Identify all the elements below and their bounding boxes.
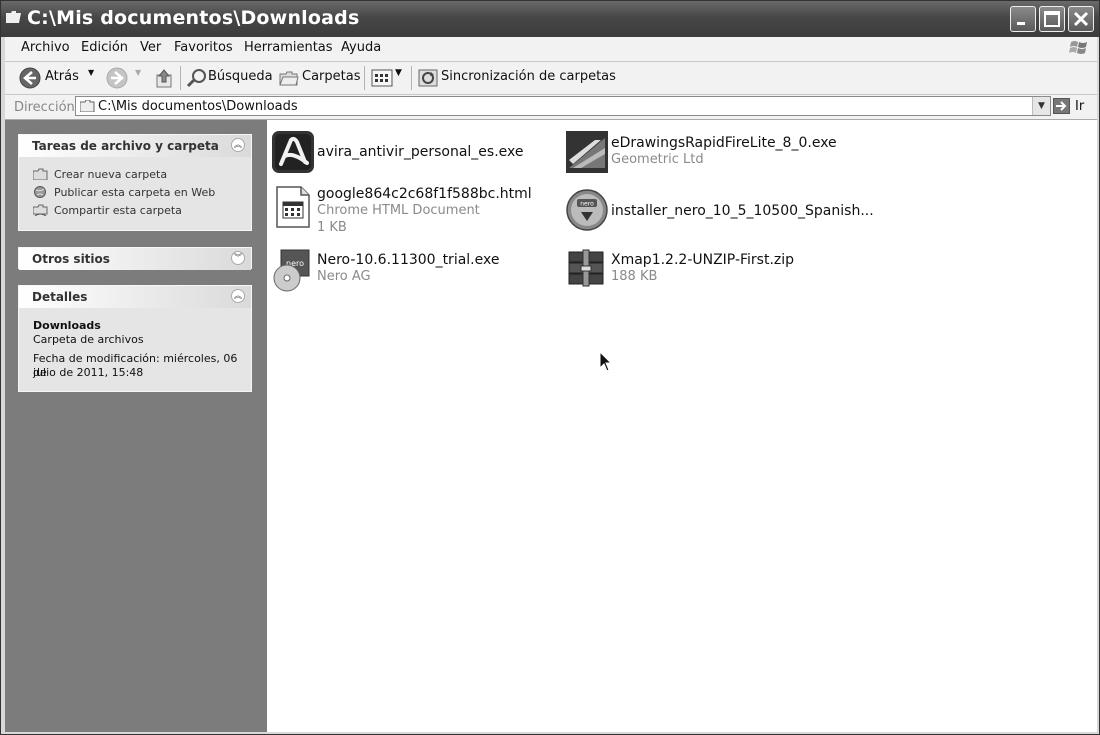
file-name: installer_nero_10_5_10500_Spanish... [611, 203, 874, 219]
file-name: eDrawingsRapidFireLite_8_0.exe [611, 135, 837, 151]
task-label: Publicar esta carpeta en Web [54, 186, 216, 199]
file-item[interactable]: google864c2c68f1f588bc.html Chrome HTML … [271, 184, 551, 244]
go-arrow-icon [1053, 98, 1070, 114]
globe-icon [34, 186, 46, 198]
title-bar[interactable]: C:\Mis documentos\Downloads [1, 1, 1099, 37]
menu-herramientas[interactable]: Herramientas [244, 40, 333, 55]
details-header[interactable]: Detalles ︽ [19, 286, 251, 308]
file-name: Nero-10.6.11300_trial.exe [317, 252, 500, 268]
file-size: 1 KB [317, 220, 347, 235]
file-type: Chrome HTML Document [317, 203, 480, 218]
views-dropdown-icon[interactable]: ▼ [395, 68, 402, 78]
address-bar: Dirección C:\Mis documentos\Downloads ▼ … [5, 95, 1097, 120]
forward-dropdown-icon[interactable]: ▼ [135, 68, 141, 77]
folders-button[interactable]: Carpetas [302, 69, 360, 84]
avira-icon [272, 131, 314, 173]
search-icon[interactable] [186, 68, 208, 88]
address-value: C:\Mis documentos\Downloads [98, 99, 298, 114]
address-label: Dirección [14, 100, 75, 115]
panel-title: Detalles [32, 290, 88, 304]
menu-edicion[interactable]: Edición [81, 40, 128, 55]
task-pane: Tareas de archivo y carpeta ︽ Crear nuev… [5, 120, 267, 732]
new-folder-icon [33, 168, 48, 180]
file-size: 188 KB [611, 269, 658, 284]
collapse-chevron-icon[interactable]: ︽ [231, 289, 245, 303]
details-modified-line2: julio de 2011, 15:48 [33, 366, 144, 379]
panel-title: Otros sitios [32, 252, 110, 266]
file-item[interactable]: eDrawingsRapidFireLite_8_0.exe Geometric… [565, 130, 855, 182]
maximize-button[interactable] [1039, 6, 1065, 32]
views-icon[interactable] [371, 68, 393, 88]
file-name: google864c2c68f1f588bc.html [317, 186, 532, 202]
folders-icon[interactable] [278, 68, 300, 88]
go-button[interactable]: Ir [1051, 97, 1095, 117]
up-folder-icon[interactable] [154, 67, 174, 89]
file-name: avira_antivir_personal_es.exe [317, 144, 524, 160]
back-button[interactable]: Atrás [45, 69, 79, 84]
file-item[interactable]: avira_antivir_personal_es.exe [271, 130, 551, 182]
windows-logo-icon [1069, 41, 1087, 54]
menu-favoritos[interactable]: Favoritos [174, 40, 233, 55]
menu-ver[interactable]: Ver [140, 40, 161, 55]
menu-archivo[interactable]: Archivo [21, 40, 70, 55]
toolbar-separator [364, 66, 365, 90]
details-type: Carpeta de archivos [33, 333, 144, 346]
address-input[interactable]: C:\Mis documentos\Downloads ▼ [75, 96, 1051, 116]
nero-disc-icon: nero [273, 249, 310, 292]
details-panel: Detalles ︽ Downloads Carpeta de archivos… [18, 285, 252, 392]
expand-chevron-icon[interactable]: ︾ [231, 251, 245, 265]
file-list-area[interactable]: avira_antivir_personal_es.exe eDrawingsR… [267, 120, 1097, 732]
back-arrow-icon[interactable] [19, 67, 41, 89]
go-label: Ir [1075, 99, 1085, 114]
address-dropdown-icon[interactable]: ▼ [1032, 97, 1050, 115]
task-publish-web[interactable]: Publicar esta carpeta en Web [33, 186, 215, 199]
menu-bar: Archivo Edición Ver Favoritos Herramient… [5, 37, 1097, 62]
folder-icon [6, 11, 21, 23]
zip-archive-icon [568, 249, 604, 287]
minimize-button[interactable] [1010, 6, 1036, 32]
svg-text:nero: nero [580, 201, 594, 208]
other-places-header[interactable]: Otros sitios ︾ [19, 248, 251, 270]
edrawings-icon [566, 131, 608, 173]
other-places-panel: Otros sitios ︾ [18, 247, 252, 270]
collapse-chevron-icon[interactable]: ︽ [231, 138, 245, 152]
explorer-window: C:\Mis documentos\Downloads Archivo Edic… [0, 0, 1100, 735]
file-name: Xmap1.2.2-UNZIP-First.zip [611, 252, 795, 268]
file-publisher: Geometric Ltd [611, 152, 704, 167]
file-item[interactable]: Xmap1.2.2-UNZIP-First.zip 188 KB [565, 248, 855, 300]
back-dropdown-icon[interactable]: ▼ [88, 68, 94, 77]
file-item[interactable]: nero installer_nero_10_5_10500_Spanish..… [565, 188, 874, 240]
file-folder-tasks-header[interactable]: Tareas de archivo y carpeta ︽ [19, 135, 251, 157]
sync-folders-icon[interactable] [417, 67, 439, 89]
panel-title: Tareas de archivo y carpeta [32, 139, 219, 153]
folder-icon [80, 100, 95, 112]
close-button[interactable] [1068, 6, 1094, 32]
task-share-folder[interactable]: Compartir esta carpeta [33, 204, 182, 217]
forward-arrow-icon[interactable] [106, 67, 128, 89]
details-name: Downloads [33, 319, 101, 332]
menu-ayuda[interactable]: Ayuda [341, 40, 381, 55]
task-label: Compartir esta carpeta [54, 204, 182, 217]
file-publisher: Nero AG [317, 269, 371, 284]
share-folder-icon [33, 204, 48, 216]
task-new-folder[interactable]: Crear nueva carpeta [33, 168, 167, 181]
file-item[interactable]: nero Nero-10.6.11300_trial.exe Nero AG [271, 248, 551, 300]
file-folder-tasks-panel: Tareas de archivo y carpeta ︽ Crear nuev… [18, 134, 252, 231]
maximize-icon [1044, 11, 1060, 27]
html-document-icon [276, 186, 310, 228]
nero-installer-icon: nero [566, 189, 608, 231]
search-button[interactable]: Búsqueda [208, 69, 273, 84]
standard-toolbar: Atrás ▼ ▼ Búsqueda Carpetas ▼ Sincroniza… [5, 62, 1097, 95]
mouse-cursor-icon [599, 351, 613, 372]
sync-folders-button[interactable]: Sincronización de carpetas [441, 69, 616, 84]
toolbar-separator [411, 66, 412, 90]
minimize-icon [1017, 22, 1025, 25]
toolbar-separator [180, 66, 181, 90]
window-title: C:\Mis documentos\Downloads [27, 7, 360, 29]
close-icon [1073, 11, 1089, 27]
task-label: Crear nueva carpeta [54, 168, 168, 181]
